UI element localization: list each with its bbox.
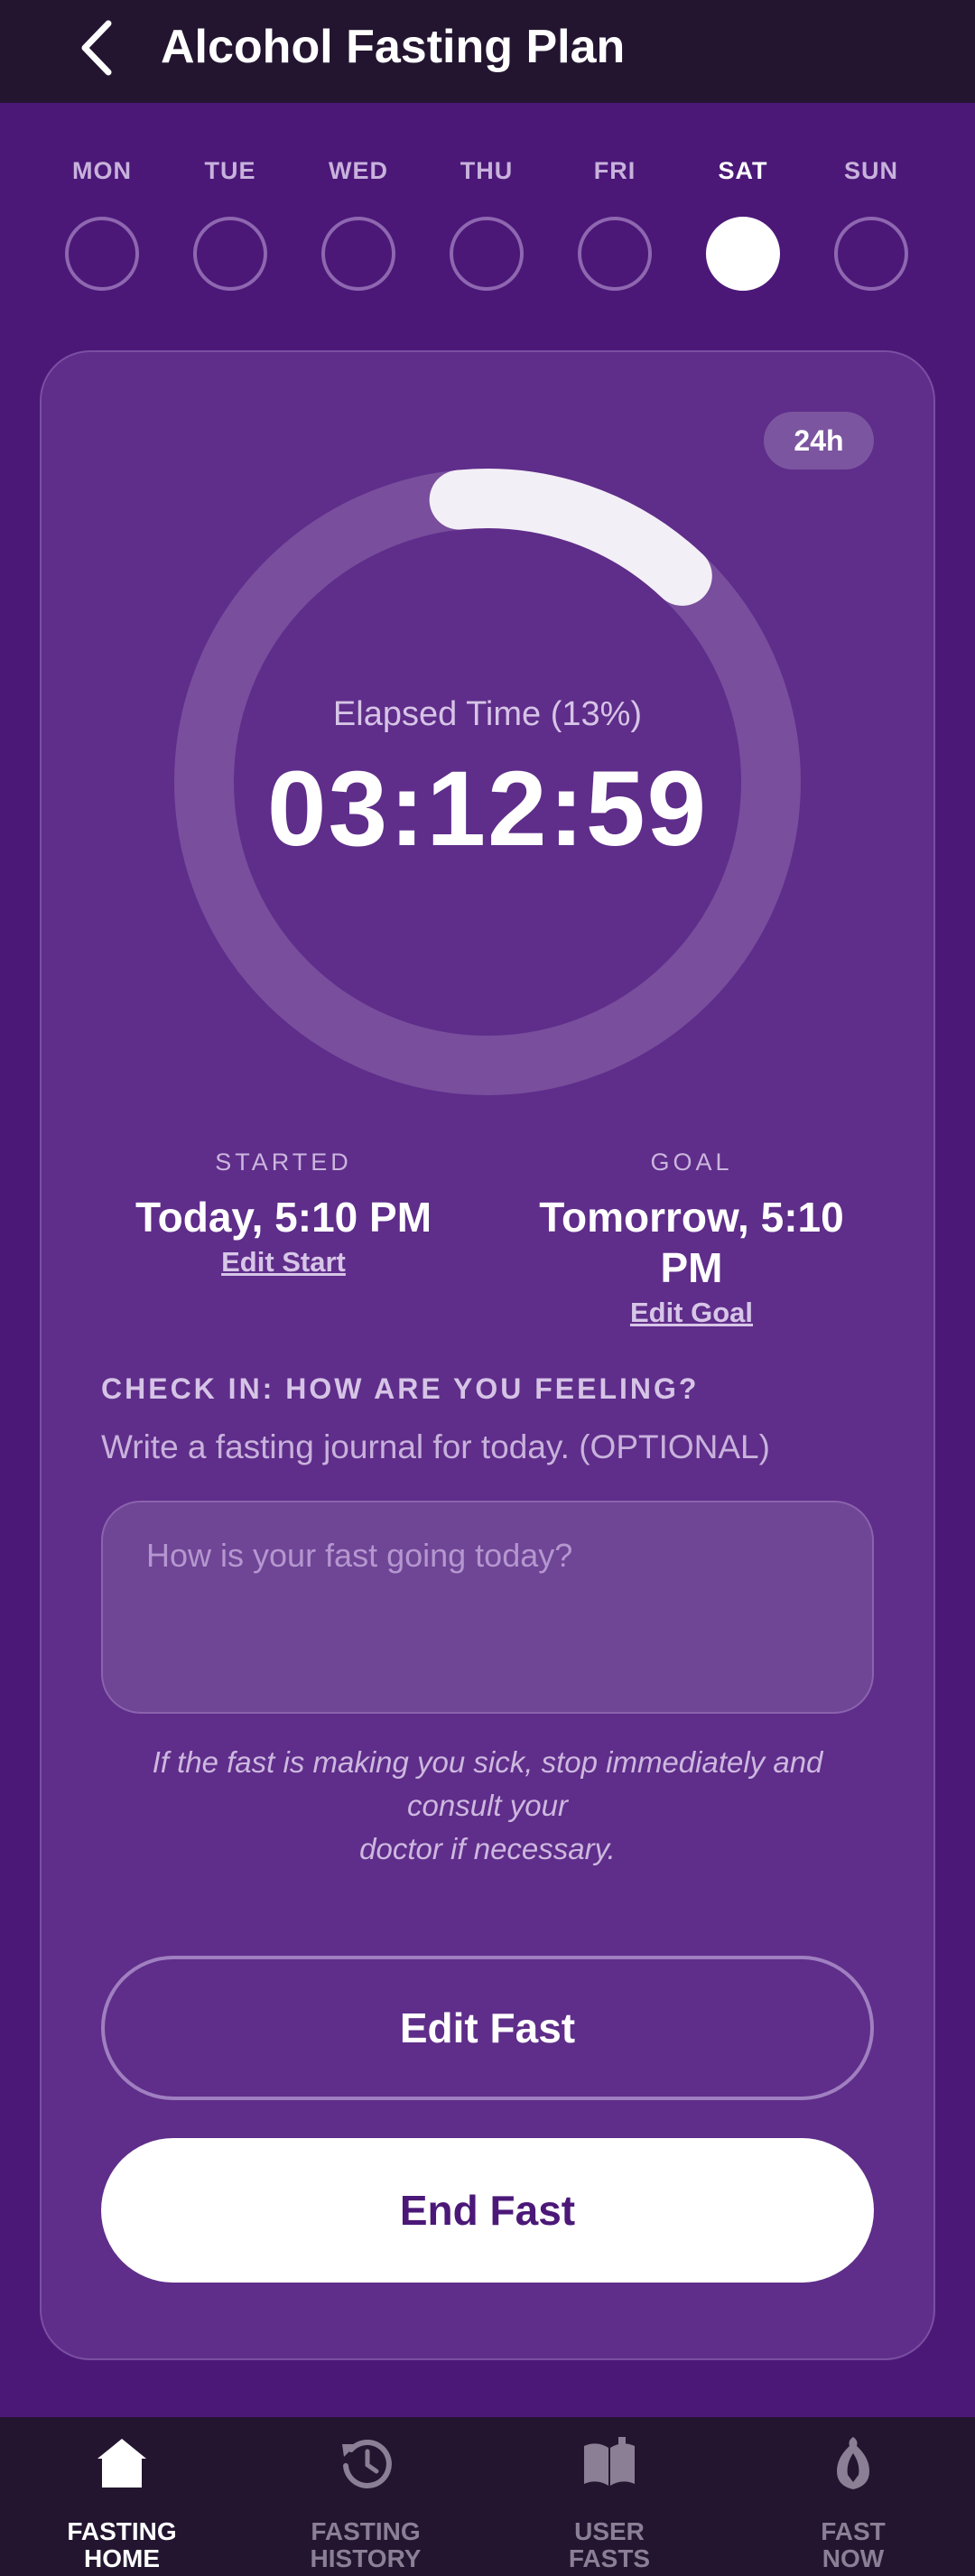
day-circle-thu[interactable]: [450, 217, 524, 291]
edit-goal-link[interactable]: Edit Goal: [502, 1297, 881, 1329]
nav-label: USER FASTS: [568, 2517, 651, 2572]
checkin-subtitle: Write a fasting journal for today. (OPTI…: [101, 1428, 770, 1465]
day-circle-sun[interactable]: [834, 217, 908, 291]
elapsed-timer: 03:12:59: [266, 749, 709, 869]
checkin-title: CHECK IN: HOW ARE YOU FEELING?: [101, 1372, 700, 1405]
started-label: STARTED: [215, 1149, 352, 1176]
nav-label: FASTING HISTORY: [310, 2517, 422, 2572]
day-label-mon: MON: [72, 157, 132, 184]
started-value: Today, 5:10 PM: [135, 1194, 432, 1241]
nav-label: FASTING HOME: [67, 2517, 177, 2572]
day-label-sat: SAT: [718, 157, 768, 184]
goal-label: GOAL: [650, 1149, 733, 1176]
end-fast-button[interactable]: End Fast: [101, 2138, 874, 2283]
goal-duration-badge[interactable]: 24h: [764, 412, 874, 470]
nav-item-user-fasts[interactable]: USER FASTS: [488, 2417, 731, 2576]
day-circle-mon[interactable]: [65, 217, 139, 291]
top-app-bar: Alcohol Fasting Plan: [0, 0, 975, 103]
health-disclaimer: If the fast is making you sick, stop imm…: [101, 1741, 874, 1871]
goal-value: Tomorrow, 5:10 PM: [539, 1194, 844, 1291]
home-icon: [98, 2439, 146, 2488]
disclaimer-line: If the fast is making you sick, stop imm…: [152, 1745, 823, 1779]
edit-start-link[interactable]: Edit Start: [94, 1246, 473, 1279]
nav-item-fast-now[interactable]: FAST NOW: [731, 2417, 975, 2576]
journal-box: [101, 1501, 874, 1714]
page-title: Alcohol Fasting Plan: [161, 21, 626, 73]
journal-input[interactable]: [103, 1502, 872, 1712]
day-circle-sat[interactable]: [706, 217, 780, 291]
day-circle-fri[interactable]: [578, 217, 652, 291]
back-arrow-icon[interactable]: [74, 16, 119, 79]
book-icon: [584, 2437, 635, 2486]
bottom-navigation: FASTING HOME FASTING HISTORY USER FASTS …: [0, 2417, 975, 2576]
nav-item-fasting-history[interactable]: FASTING HISTORY: [244, 2417, 488, 2576]
elapsed-time-label: Elapsed Time (13%): [332, 695, 643, 733]
goal-section: GOAL Tomorrow, 5:10 PM Edit Goal: [502, 1149, 881, 1329]
day-label-thu: THU: [460, 157, 514, 184]
day-circle-tue[interactable]: [193, 217, 267, 291]
disclaimer-line: consult your: [407, 1789, 568, 1822]
disclaimer-line: doctor if necessary.: [359, 1832, 616, 1865]
nav-label: FAST NOW: [821, 2517, 886, 2572]
history-icon: [342, 2439, 392, 2488]
fast-now-icon: [837, 2437, 869, 2489]
started-section: STARTED Today, 5:10 PM Edit Start: [94, 1149, 473, 1279]
day-label-fri: FRI: [593, 157, 636, 184]
day-label-sun: SUN: [843, 157, 898, 184]
day-label-wed: WED: [329, 157, 388, 184]
nav-item-fasting-home[interactable]: FASTING HOME: [0, 2417, 244, 2576]
day-label-tue: TUE: [204, 157, 256, 184]
day-circle-wed[interactable]: [321, 217, 395, 291]
edit-fast-button[interactable]: Edit Fast: [101, 1956, 874, 2100]
progress-ring-arc: [429, 469, 712, 606]
